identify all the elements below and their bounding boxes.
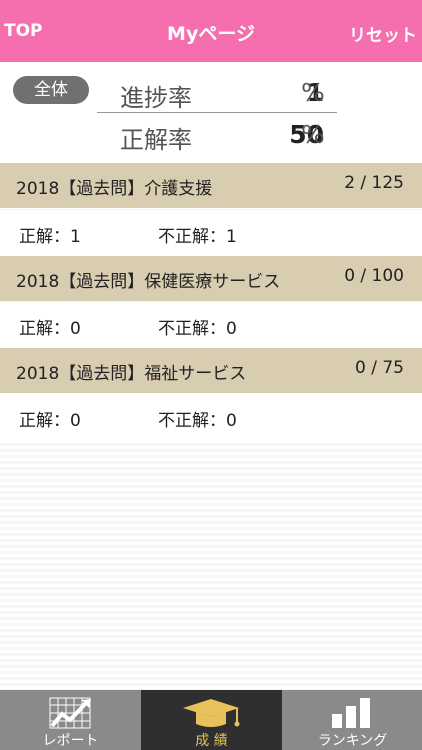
- category-row-fukushi[interactable]: 2018【過去問】福祉サービス 0 / 75: [0, 348, 422, 393]
- category-count: 2 / 125: [344, 173, 404, 193]
- incorrect-count: 不正解：0: [158, 411, 237, 431]
- category-row-kaigo-shien[interactable]: 2018【過去問】介護支援 2 / 125: [0, 163, 422, 208]
- category-result-row: 正解：0 不正解：0: [0, 302, 422, 348]
- bar-chart-icon: [332, 698, 370, 728]
- incorrect-count: 不正解：0: [158, 319, 237, 339]
- reset-button[interactable]: リセット: [349, 21, 417, 46]
- incorrect-count: 不正解：1: [158, 227, 237, 247]
- accuracy-unit: %: [301, 120, 325, 149]
- progress-unit: %: [301, 78, 325, 107]
- correct-count: 正解：0: [19, 319, 81, 339]
- tab-report[interactable]: レポート: [0, 690, 141, 750]
- progress-label: 進捗率: [120, 84, 192, 112]
- category-row-hoken-iryo[interactable]: 2018【過去問】保健医療サービス 0 / 100: [0, 256, 422, 301]
- tab-bar: レポート 成 績 ランキング: [0, 690, 422, 750]
- category-title: 2018【過去問】保健医療サービス: [16, 272, 281, 292]
- tab-grades[interactable]: 成 績: [141, 690, 282, 750]
- chart-trend-icon: [49, 697, 91, 729]
- graduation-cap-icon: [183, 699, 240, 727]
- tab-report-label: レポート: [42, 733, 99, 749]
- correct-count: 正解：0: [19, 411, 81, 431]
- tab-grades-label: 成 績: [195, 733, 228, 749]
- category-count: 0 / 75: [355, 358, 404, 378]
- tab-ranking[interactable]: ランキング: [282, 690, 422, 750]
- summary-divider: [97, 112, 337, 113]
- category-result-row: 正解：0 不正解：0: [0, 394, 422, 440]
- accuracy-label: 正解率: [120, 126, 192, 154]
- category-count: 0 / 100: [344, 266, 404, 286]
- correct-count: 正解：1: [19, 227, 81, 247]
- overall-badge: 全体: [13, 76, 89, 104]
- category-title: 2018【過去問】福祉サービス: [16, 364, 247, 384]
- nav-bar: TOP Myページ リセット: [0, 0, 422, 62]
- category-result-row: 正解：1 不正解：1: [0, 210, 422, 256]
- category-title: 2018【過去問】介護支援: [16, 179, 213, 199]
- tab-ranking-label: ランキング: [317, 733, 388, 749]
